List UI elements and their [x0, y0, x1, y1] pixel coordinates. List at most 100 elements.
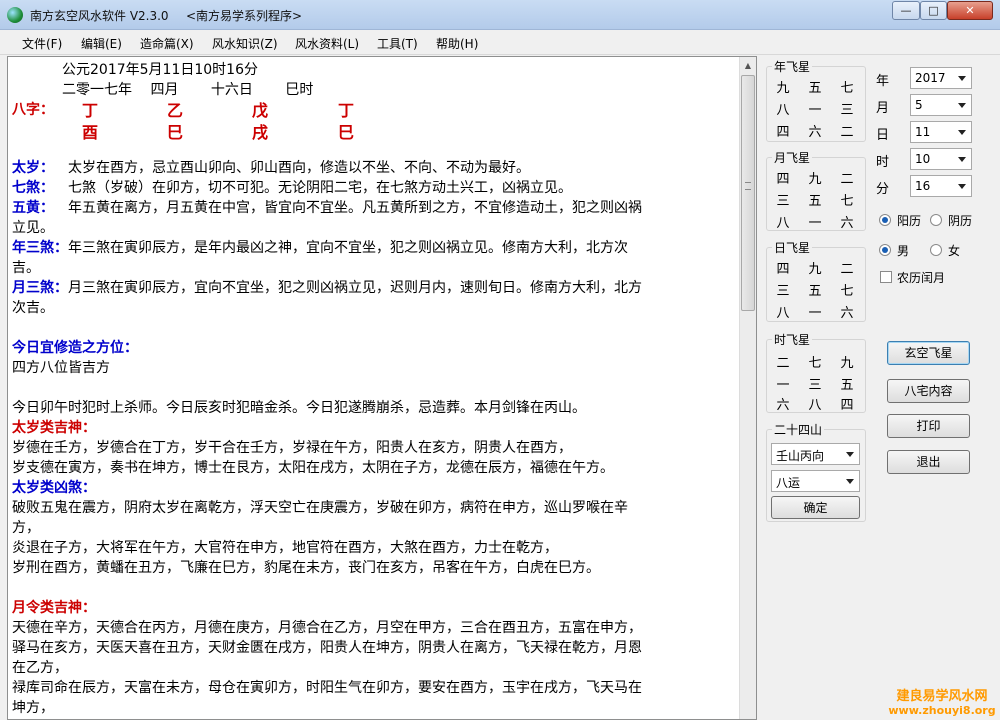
- nsan-label: 年三煞：: [12, 240, 68, 256]
- month-value: 5: [915, 98, 923, 112]
- day-select[interactable]: 11: [910, 121, 972, 143]
- chevron-down-icon: [958, 76, 966, 81]
- month-star-title: 月飞星: [772, 149, 813, 166]
- chevron-down-icon: [846, 479, 854, 484]
- bazi-day-stem: 戊: [252, 101, 269, 120]
- day-star-c: 五: [808, 284, 822, 299]
- year-select[interactable]: 2017: [910, 67, 972, 89]
- watermark-url: www.zhouyi8.org: [888, 704, 996, 717]
- watermark-title: 建良易学风水网: [896, 689, 988, 704]
- lunar-date: 二零一七年 四月 十六日 巳时: [62, 82, 314, 98]
- ysan-line-2: 次吉。: [12, 300, 54, 316]
- menu-file[interactable]: 文件(F): [22, 35, 62, 52]
- scroll-up-icon[interactable]: ▲: [740, 57, 756, 74]
- scroll-thumb[interactable]: [741, 75, 755, 311]
- mountain-value: 壬山丙向: [776, 449, 825, 463]
- hour-star-s: 八: [808, 398, 822, 413]
- exit-button[interactable]: 退出: [887, 450, 970, 474]
- wuhuang-label: 五黄：: [12, 200, 54, 216]
- month-star-w: 三: [776, 194, 790, 209]
- hour-label: 时: [876, 155, 890, 170]
- menu-help[interactable]: 帮助(H): [436, 35, 478, 52]
- qisha-line: 七煞： 七煞（岁破）在卯方，切不可犯。无论阴阳二宅，在七煞方动土兴工，凶祸立见。: [12, 178, 572, 198]
- day-star-e: 七: [840, 284, 854, 299]
- minute-select[interactable]: 16: [910, 175, 972, 197]
- lunar-radio[interactable]: [930, 214, 942, 226]
- yueling-2: 驿马在亥方，天医天喜在丑方，天财金匮在戌方，阳贵人在坤方，阴贵人在离方，飞天禄在…: [12, 640, 642, 656]
- watermark: 建良易学风水网 www.zhouyi8.org: [884, 689, 1000, 720]
- hour-star-w: 一: [776, 378, 790, 393]
- app-icon: [7, 7, 23, 23]
- taisui-ji-2: 岁支德在寅方，奏书在坤方，博士在艮方，太阳在戌方，太阴在子方，龙德在辰方，福德在…: [12, 460, 614, 476]
- hour-select[interactable]: 10: [910, 148, 972, 170]
- bazi-label: 八字：: [12, 102, 54, 118]
- taisui-xiong-3: 炎退在子方，大将军在午方，大官符在申方，地官符在酉方，大煞在酉方，力士在乾方，: [12, 540, 558, 556]
- day-star-s: 一: [808, 306, 822, 321]
- day-star-w: 三: [776, 284, 790, 299]
- wuhuang-line: 五黄： 年五黄在离方，月五黄在中宫，皆宜向不宜坐。凡五黄所到之方，不宜修造动土，犯…: [12, 198, 642, 218]
- day-star-nw: 四: [776, 262, 790, 277]
- taisui-text: 太岁在酉方，忌立酉山卯向、卯山酉向，修造以不坐、不向、不动为最好。: [68, 160, 530, 176]
- minute-value: 16: [915, 179, 931, 193]
- year-star-group: 年飞星 九 五 七 八 一 三 四 六 二: [766, 58, 866, 142]
- bazhai-button[interactable]: 八宅内容: [887, 379, 970, 403]
- leap-month-checkbox[interactable]: [880, 271, 892, 283]
- ysan-label: 月三煞：: [12, 280, 68, 296]
- minimize-button[interactable]: —: [892, 1, 920, 20]
- hour-star-se: 四: [840, 398, 854, 413]
- yun-select[interactable]: 八运: [771, 470, 860, 492]
- menu-fengshui-data[interactable]: 风水资料(L): [295, 35, 359, 52]
- taisui-ji-label: 太岁类吉神：: [12, 420, 96, 436]
- bazi-hour-branch: 巳: [338, 123, 355, 142]
- year-star-e: 三: [840, 103, 854, 118]
- menu-zaoming[interactable]: 造命篇(X): [140, 35, 194, 52]
- year-label: 年: [876, 74, 890, 89]
- result-text-area[interactable]: 公元2017年5月11日10时16分 二零一七年 四月 十六日 巳时 八字： 丁…: [7, 56, 757, 720]
- month-select[interactable]: 5: [910, 94, 972, 116]
- year-value: 2017: [915, 71, 946, 85]
- ysan-line: 月三煞：月三煞在寅卯辰方，宜向不宜坐，犯之则凶祸立见，迟则月内，速则旬日。修南方…: [12, 278, 642, 298]
- yueling-4: 禄库司命在辰方，天富在未方，母仓在寅卯方，时阳生气在卯方，要安在酉方，玉宇在戌方…: [12, 680, 642, 696]
- bazi-month-branch: 巳: [167, 123, 184, 142]
- year-star-s: 六: [808, 125, 822, 140]
- vertical-scrollbar[interactable]: ▲: [739, 57, 756, 719]
- nsan-text: 年三煞在寅卯辰方，是年内最凶之神，宜向不宜坐，犯之则凶祸立见。修南方大利，北方次: [68, 240, 628, 256]
- maximize-button[interactable]: □: [920, 1, 947, 20]
- print-button[interactable]: 打印: [887, 414, 970, 438]
- year-star-n: 五: [808, 81, 822, 96]
- year-star-se: 二: [840, 125, 854, 140]
- wuhuang-text: 年五黄在离方，月五黄在中宫，皆宜向不宜坐。凡五黄所到之方，不宜修造动土，犯之则凶…: [68, 200, 642, 216]
- close-button[interactable]: ✕: [947, 1, 993, 20]
- wuhuang-line-2: 立见。: [12, 220, 54, 236]
- mountain-select[interactable]: 壬山丙向: [771, 443, 860, 465]
- hour-star-nw: 二: [776, 356, 790, 371]
- menu-fengshui-knowledge[interactable]: 风水知识(Z): [212, 35, 278, 52]
- hour-star-n: 七: [808, 356, 822, 371]
- day-star-sw: 八: [776, 306, 790, 321]
- minute-label: 分: [876, 182, 890, 197]
- day-label: 日: [876, 128, 890, 143]
- xuankong-button[interactable]: 玄空飞星: [887, 341, 970, 365]
- taisui-label: 太岁：: [12, 160, 54, 176]
- month-star-ne: 二: [840, 172, 854, 187]
- hour-star-title: 时飞星: [772, 331, 813, 348]
- solar-radio[interactable]: [879, 214, 891, 226]
- yueling-label: 月令类吉神：: [12, 600, 96, 616]
- title-bar[interactable]: 南方玄空风水软件 V2.3.0 <南方易学系列程序> — □ ✕: [0, 0, 1000, 30]
- bazi-hour-stem: 丁: [338, 101, 355, 120]
- chevron-down-icon: [958, 157, 966, 162]
- hour-value: 10: [915, 152, 931, 166]
- male-radio[interactable]: [879, 244, 891, 256]
- mountain-title: 二十四山: [772, 421, 825, 438]
- bazi-year-branch: 酉: [82, 123, 99, 142]
- female-radio[interactable]: [930, 244, 942, 256]
- menu-bar: 文件(F) 编辑(E) 造命篇(X) 风水知识(Z) 风水资料(L) 工具(T)…: [0, 31, 1000, 55]
- qisha-text: 七煞（岁破）在卯方，切不可犯。无论阴阳二宅，在七煞方动土兴工，凶祸立见。: [68, 180, 572, 196]
- menu-edit[interactable]: 编辑(E): [81, 35, 122, 52]
- today-fan-text: 今日卯午时犯时上杀师。今日辰亥时犯暗金杀。今日犯遂腾崩杀，忌造葬。本月剑锋在丙山…: [12, 400, 586, 416]
- menu-tools[interactable]: 工具(T): [377, 35, 418, 52]
- confirm-button[interactable]: 确定: [771, 496, 860, 519]
- chevron-down-icon: [958, 184, 966, 189]
- year-star-title: 年飞星: [772, 58, 813, 75]
- chevron-down-icon: [958, 103, 966, 108]
